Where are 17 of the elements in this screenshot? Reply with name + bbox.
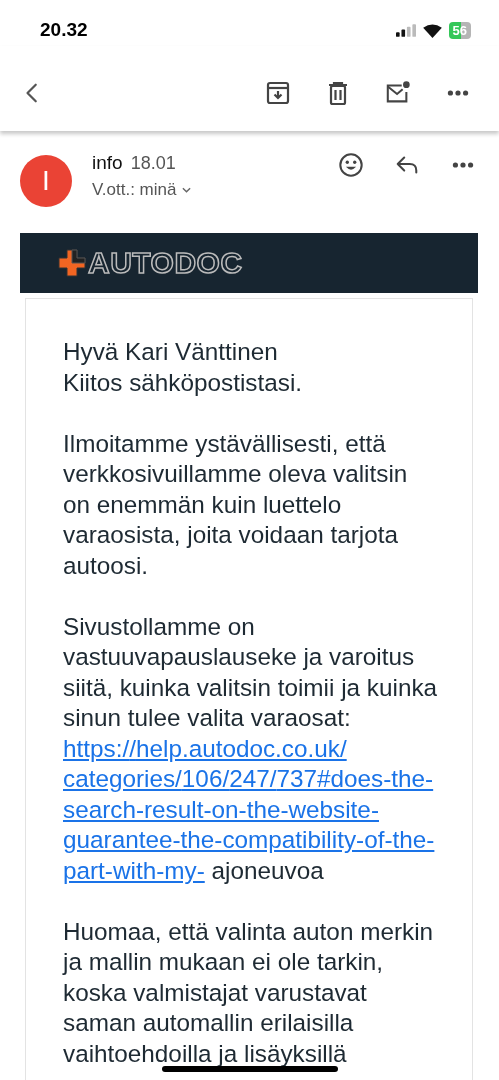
- smiley-icon[interactable]: [338, 152, 364, 178]
- message-time: 18.01: [130, 153, 176, 174]
- chevron-icon: [182, 187, 192, 193]
- recipient-label: V.ott.: minä: [92, 180, 177, 200]
- wifi-icon: [422, 23, 442, 38]
- help-link-text[interactable]: https://help.autodoc.co.uk/categories/106/247/737#does-the-search-result-on-the-website-guarantee-the-compatibility-of-the-part-with-my- ajoneuvoa: [63, 733, 438, 886]
- paragraph: Ilmoitamme ystävällisesti, että verkkosivuillamme oleva valitsin on enemmän kuin luettelo varaosista, joita voidaan tarjota autoosi.: [63, 428, 409, 581]
- clock-time: 20.32: [40, 18, 88, 42]
- plus-logo-icon: [58, 249, 86, 277]
- avatar: I: [20, 155, 72, 207]
- paragraph: Hyvä Kari Vänttinen Kiitos sähköpostistasi.: [63, 337, 304, 398]
- paragraph: Sivustollamme on vastuuvapauslauseke ja varoitus siitä, kuinka valitsin toimii ja kuinka sinun tulee valita varaosat:: [63, 611, 438, 733]
- archive-icon[interactable]: [265, 80, 291, 106]
- brand-logo: AUTODOC: [88, 246, 243, 280]
- paragraph: Huomaa, että valinta auton merkin ja mallin mukaan ei ole tarkin, koska valmistajat varustavat saman automallin erilaisilla vaihtoehdoilla ja lisäyksillä: [63, 916, 435, 1069]
- signal-icon: [395, 24, 416, 37]
- sender-name: info: [92, 152, 123, 174]
